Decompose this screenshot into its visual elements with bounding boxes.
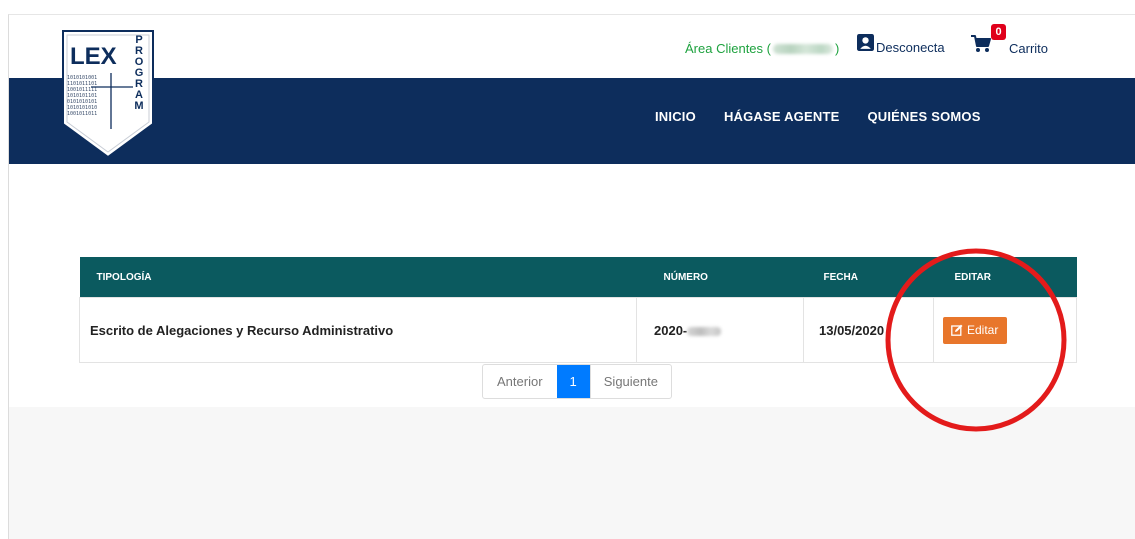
header-numero: NÚMERO: [636, 257, 804, 298]
client-area-label: Área Clientes (: [685, 41, 771, 56]
browser-viewport: LEX PROGRAM 1010101001 1101011101 10010111…: [8, 14, 1135, 539]
shopping-cart-icon: [971, 35, 991, 52]
disconnect-link[interactable]: Desconecta: [857, 34, 945, 55]
lex-program-logo[interactable]: LEX PROGRAM 1010101001110101110110010111…: [61, 29, 155, 159]
cart-link[interactable]: 0 Carrito: [971, 24, 1048, 56]
nav-item-hagase-agente[interactable]: HÁGASE AGENTE: [724, 109, 840, 124]
pagination-page-current[interactable]: 1: [556, 365, 590, 398]
client-area-label-end: ): [834, 41, 840, 56]
cart-label: Carrito: [1009, 41, 1049, 56]
logo-binary-row: 1001011011: [67, 111, 97, 117]
table-row: Escrito de Alegaciones y Recurso Adminis…: [79, 297, 1077, 363]
main-nav: INICIO HÁGASE AGENTE QUIÉNES SOMOS: [655, 109, 981, 124]
header-editar: EDITAR: [933, 257, 1077, 298]
redacted-client-id: [772, 43, 833, 54]
documents-table-container: TIPOLOGÍA NÚMERO FECHA EDITAR Escrito de…: [79, 257, 1077, 363]
documents-table: TIPOLOGÍA NÚMERO FECHA EDITAR Escrito de…: [79, 257, 1077, 363]
numero-prefix: 2020-: [654, 322, 688, 338]
nav-item-quienes-somos[interactable]: QUIÉNES SOMOS: [867, 109, 980, 124]
client-area-link[interactable]: Área Clientes ( ): [685, 41, 839, 56]
user-card-icon: [857, 34, 874, 51]
pagination-prev[interactable]: Anterior: [483, 365, 557, 398]
disconnect-label: Desconecta: [876, 40, 945, 55]
cell-tipologia: Escrito de Alegaciones y Recurso Adminis…: [79, 297, 637, 363]
redacted-number: [687, 326, 722, 336]
edit-button-label: Editar: [967, 323, 999, 337]
cell-editar: Editar: [933, 297, 1077, 363]
footer-background: [9, 407, 1135, 539]
header-tipologia: TIPOLOGÍA: [79, 257, 637, 298]
pagination: Anterior 1 Siguiente: [482, 364, 672, 399]
top-bar: [9, 15, 1135, 78]
edit-button[interactable]: Editar: [943, 316, 1008, 344]
header-fecha: FECHA: [803, 257, 934, 298]
cell-fecha: 13/05/2020: [803, 297, 934, 363]
logo-program-text: PROGRAM: [134, 34, 143, 112]
logo-binary-pattern: 1010101001110101110110010111111010101101…: [67, 75, 97, 117]
cell-numero: 2020-: [636, 297, 804, 363]
logo-letter: M: [134, 100, 143, 112]
cart-count-badge: 0: [991, 24, 1006, 40]
edit-icon: [951, 324, 963, 336]
logo-lex-text: LEX: [70, 43, 117, 70]
nav-item-inicio[interactable]: INICIO: [655, 109, 696, 124]
table-header-row: TIPOLOGÍA NÚMERO FECHA EDITAR: [79, 257, 1077, 298]
pagination-next[interactable]: Siguiente: [589, 365, 671, 398]
